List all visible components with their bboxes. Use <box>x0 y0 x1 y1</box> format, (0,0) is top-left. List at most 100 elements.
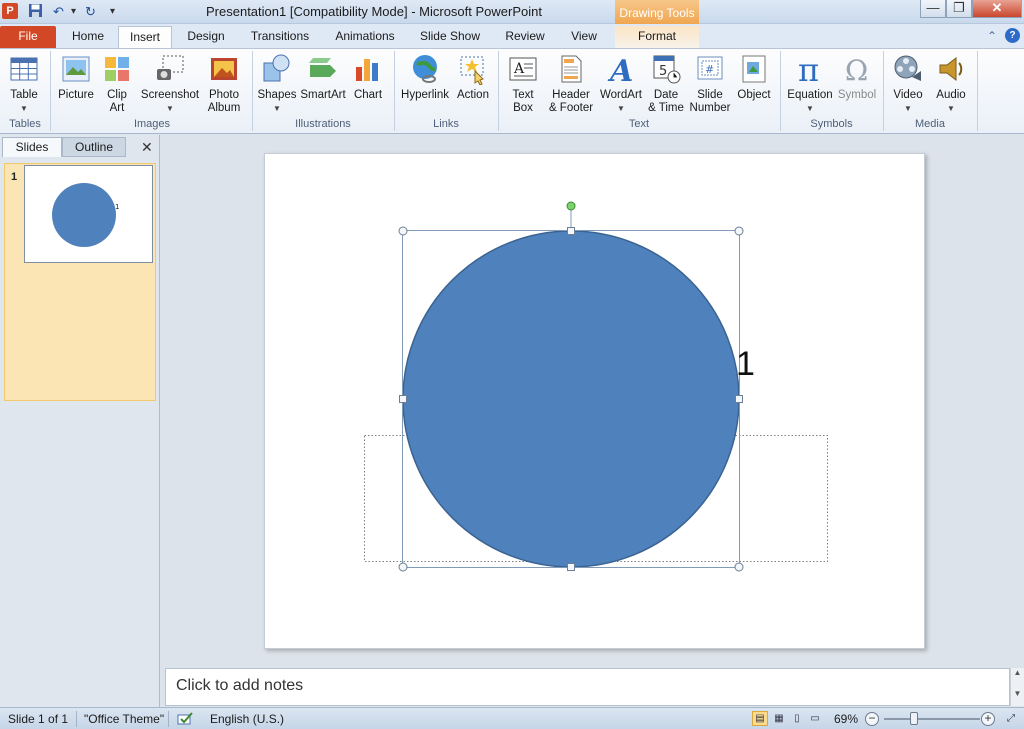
scroll-up-icon[interactable]: ▲ <box>1011 668 1024 677</box>
screenshot-button[interactable]: Screenshot ▼ <box>140 51 200 117</box>
resize-handle-w[interactable] <box>399 395 407 403</box>
tab-file[interactable]: File <box>0 26 56 48</box>
video-button[interactable]: Video ▼ <box>887 51 929 117</box>
slide-number-button[interactable]: # Slide Number <box>688 51 732 117</box>
tab-animations[interactable]: Animations <box>328 26 402 48</box>
slide-number-icon: # <box>697 56 723 80</box>
spell-check-icon[interactable] <box>177 711 195 728</box>
resize-handle-nw[interactable] <box>398 226 408 236</box>
tab-slides[interactable]: Slides <box>2 137 62 157</box>
help-icon[interactable]: ? <box>1005 28 1020 43</box>
action-button[interactable]: Action <box>454 51 492 117</box>
resize-handle-se[interactable] <box>734 562 744 572</box>
chevron-down-icon: ▼ <box>617 104 625 113</box>
save-icon[interactable] <box>27 3 44 20</box>
shape-text-label[interactable]: 1 <box>736 345 755 383</box>
resize-handle-s[interactable] <box>567 563 575 571</box>
minimize-button[interactable]: — <box>920 0 946 18</box>
resize-handle-e[interactable] <box>735 395 743 403</box>
clip-art-button[interactable]: Clip Art <box>100 51 134 117</box>
zoom-level[interactable]: 69% <box>834 712 858 726</box>
wordart-button[interactable]: A WordArt ▼ <box>598 51 644 117</box>
text-box-button[interactable]: A Text Box <box>503 51 543 117</box>
redo-icon[interactable]: ↻ <box>82 3 99 20</box>
shapes-label: Shapes <box>257 89 297 101</box>
language-indicator[interactable]: English (U.S.) <box>210 712 284 726</box>
group-text: Text <box>628 118 650 130</box>
notes-scrollbar[interactable]: ▲ ▼ <box>1010 668 1024 706</box>
action-icon <box>460 56 484 85</box>
smartart-icon <box>309 58 336 77</box>
tab-home[interactable]: Home <box>64 26 112 48</box>
reading-view-icon[interactable]: ▯ <box>789 711 805 726</box>
ribbon-tabs: File Home Insert Design Transitions Anim… <box>0 24 1024 48</box>
tab-design[interactable]: Design <box>180 26 232 48</box>
text-box-label-line1: Text <box>512 89 534 101</box>
header-footer-icon <box>561 55 582 83</box>
zoom-slider-track[interactable] <box>884 718 980 720</box>
ribbon: Table ▼ Tables Picture Clip Art Screensh… <box>0 48 1024 134</box>
tab-transitions[interactable]: Transitions <box>244 26 316 48</box>
zoom-in-button[interactable]: + <box>981 712 995 726</box>
group-links: Links <box>433 118 459 130</box>
zoom-slider-thumb[interactable] <box>910 712 918 725</box>
tab-view[interactable]: View <box>562 26 606 48</box>
normal-view-icon[interactable]: ▤ <box>752 711 768 726</box>
object-button[interactable]: Object <box>734 51 774 117</box>
resize-handle-sw[interactable] <box>398 562 408 572</box>
clip-art-label-line2: Art <box>109 102 125 114</box>
text-box-icon: A <box>509 57 537 81</box>
shapes-button[interactable]: Shapes ▼ <box>256 51 298 117</box>
slide-sorter-view-icon[interactable]: ▦ <box>771 711 787 726</box>
smartart-button[interactable]: SmartArt <box>300 51 346 117</box>
resize-handle-ne[interactable] <box>734 226 744 236</box>
svg-text:#: # <box>705 63 714 76</box>
group-tables: Tables <box>9 118 41 130</box>
theme-name[interactable]: "Office Theme" <box>84 712 164 726</box>
date-time-button[interactable]: 5 Date & Time <box>646 51 686 117</box>
notes-placeholder[interactable]: Click to add notes <box>176 677 303 695</box>
tab-slide-show[interactable]: Slide Show <box>414 26 486 48</box>
video-label: Video <box>893 89 923 101</box>
tab-insert[interactable]: Insert <box>118 26 172 48</box>
slide-thumbnail[interactable]: 1 <box>24 165 153 263</box>
slide-indicator[interactable]: Slide 1 of 1 <box>8 712 68 726</box>
undo-dropdown-icon[interactable]: ▾ <box>65 3 82 20</box>
zoom-out-button[interactable]: − <box>865 712 879 726</box>
tab-review[interactable]: Review <box>500 26 550 48</box>
picture-label: Picture <box>58 89 94 101</box>
symbol-button[interactable]: Ω Symbol <box>836 51 878 117</box>
slide-thumbnail-number: 1 <box>11 171 18 183</box>
circle-shape[interactable] <box>402 230 740 568</box>
status-divider <box>76 711 77 727</box>
slide-thumbnail-item[interactable]: 1 1 <box>4 163 156 401</box>
scroll-down-icon[interactable]: ▼ <box>1011 689 1024 698</box>
close-pane-icon[interactable]: ✕ <box>141 139 153 156</box>
close-button[interactable]: ✕ <box>972 0 1022 18</box>
tab-format[interactable]: Format <box>615 26 699 48</box>
hyperlink-button[interactable]: Hyperlink <box>398 51 452 117</box>
table-button[interactable]: Table ▼ <box>4 51 44 117</box>
equation-button[interactable]: π Equation ▼ <box>786 51 834 117</box>
slide-show-view-icon[interactable]: ▭ <box>807 711 823 726</box>
tab-outline[interactable]: Outline <box>62 137 126 157</box>
photo-album-label-line1: Photo <box>208 89 240 101</box>
powerpoint-logo-icon[interactable]: P <box>2 3 18 19</box>
audio-button[interactable]: Audio ▼ <box>931 51 971 117</box>
rotation-handle[interactable] <box>566 201 576 211</box>
chevron-down-icon: ▼ <box>166 104 174 113</box>
date-time-label-line1: Date <box>653 89 679 101</box>
photo-album-button[interactable]: Photo Album <box>202 51 246 117</box>
drawing-tools-label: Drawing Tools <box>615 0 699 24</box>
minimize-ribbon-icon[interactable]: ⌃ <box>987 29 997 43</box>
customize-quick-access-icon[interactable]: ▾ <box>104 3 121 20</box>
slide-number-label-line1: Slide <box>697 89 723 101</box>
resize-handle-n[interactable] <box>567 227 575 235</box>
slide-canvas[interactable]: 1 <box>264 153 925 649</box>
fit-slide-to-window-icon[interactable]: ⤢ <box>1003 711 1019 726</box>
notes-pane[interactable]: Click to add notes <box>165 668 1010 706</box>
chart-button[interactable]: Chart <box>348 51 388 117</box>
picture-button[interactable]: Picture <box>56 51 96 117</box>
header-footer-button[interactable]: Header & Footer <box>545 51 597 117</box>
restore-button[interactable]: ❐ <box>946 0 972 18</box>
